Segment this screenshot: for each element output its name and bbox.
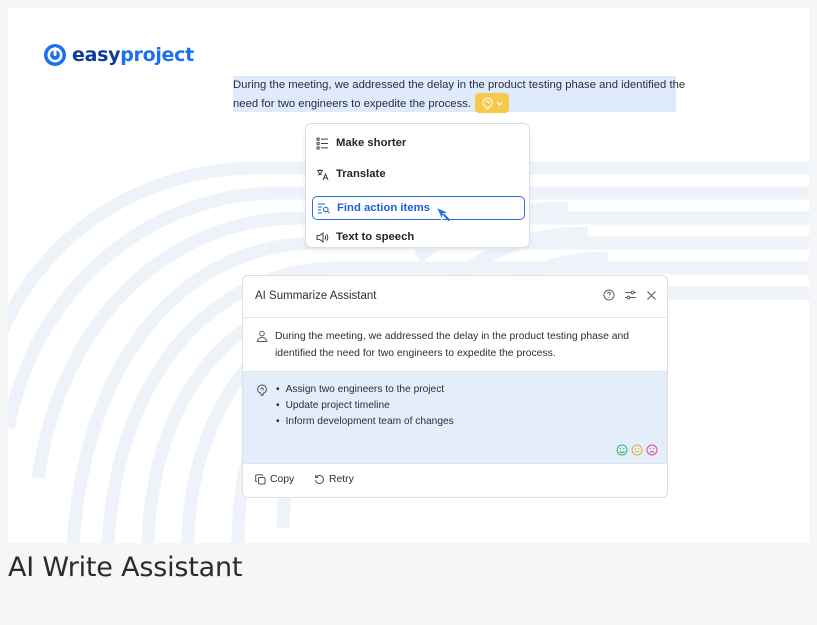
panel-title: AI Summarize Assistant (255, 290, 377, 302)
list-item: Inform development team of changes (276, 414, 454, 430)
ai-spark-icon (257, 384, 267, 396)
speaker-icon (316, 231, 329, 243)
help-icon[interactable] (603, 289, 615, 301)
menu-item-translate[interactable]: Translate (312, 162, 525, 186)
editor-selected-text[interactable]: During the meeting, we addressed the del… (233, 76, 693, 114)
prompt-row: During the meeting, we addressed the del… (243, 318, 667, 371)
menu-item-label: Find action items (337, 202, 430, 214)
settings-sliders-icon[interactable] (624, 289, 637, 301)
menu-item-find-action-items[interactable]: Find action items (312, 196, 525, 220)
ai-actions-menu: Make shorter Translate Find action items… (305, 123, 530, 248)
panel-header: AI Summarize Assistant (243, 276, 667, 318)
copy-icon (255, 474, 266, 485)
retry-button[interactable]: Retry (314, 474, 354, 485)
action-items-list: Assign two engineers to the project Upda… (276, 382, 454, 430)
ai-summarize-panel: AI Summarize Assistant During the meetin… (242, 275, 668, 498)
panel-footer: Copy Retry (243, 464, 667, 497)
translate-icon (317, 168, 329, 180)
chevron-down-icon (496, 101, 503, 106)
neutral-yellow-icon[interactable] (631, 444, 643, 456)
menu-item-label: Make shorter (336, 137, 407, 149)
menu-item-label: Text to speech (336, 231, 415, 243)
smile-green-icon[interactable] (616, 444, 628, 456)
retry-label: Retry (329, 474, 354, 485)
shorten-icon (316, 137, 328, 150)
user-icon (256, 330, 268, 342)
easyproject-logo[interactable]: easyproject (43, 43, 194, 67)
result-box: Assign two engineers to the project Upda… (243, 371, 667, 464)
menu-item-text-to-speech[interactable]: Text to speech (312, 225, 525, 249)
logo-wordmark: easyproject (72, 44, 194, 66)
ai-assistant-trigger-button[interactable] (475, 93, 510, 113)
rating-group (616, 444, 658, 456)
mouse-pointer-icon (435, 206, 451, 222)
page-caption: AI Write Assistant (8, 552, 243, 583)
find-items-icon (318, 203, 330, 214)
frown-red-icon[interactable] (646, 444, 658, 456)
list-item: Assign two engineers to the project (276, 382, 454, 398)
logo-power-icon (44, 44, 66, 66)
prompt-text: During the meeting, we addressed the del… (275, 331, 630, 359)
close-icon[interactable] (646, 290, 657, 301)
ai-spark-icon (482, 97, 493, 109)
retry-icon (315, 475, 324, 484)
menu-item-label: Translate (336, 168, 386, 180)
copy-label: Copy (270, 474, 295, 485)
hero-card: easyproject During the meeting, we addre… (8, 8, 809, 543)
copy-button[interactable]: Copy (255, 474, 294, 485)
menu-item-make-shorter[interactable]: Make shorter (312, 131, 525, 155)
list-item: Update project timeline (276, 398, 454, 414)
